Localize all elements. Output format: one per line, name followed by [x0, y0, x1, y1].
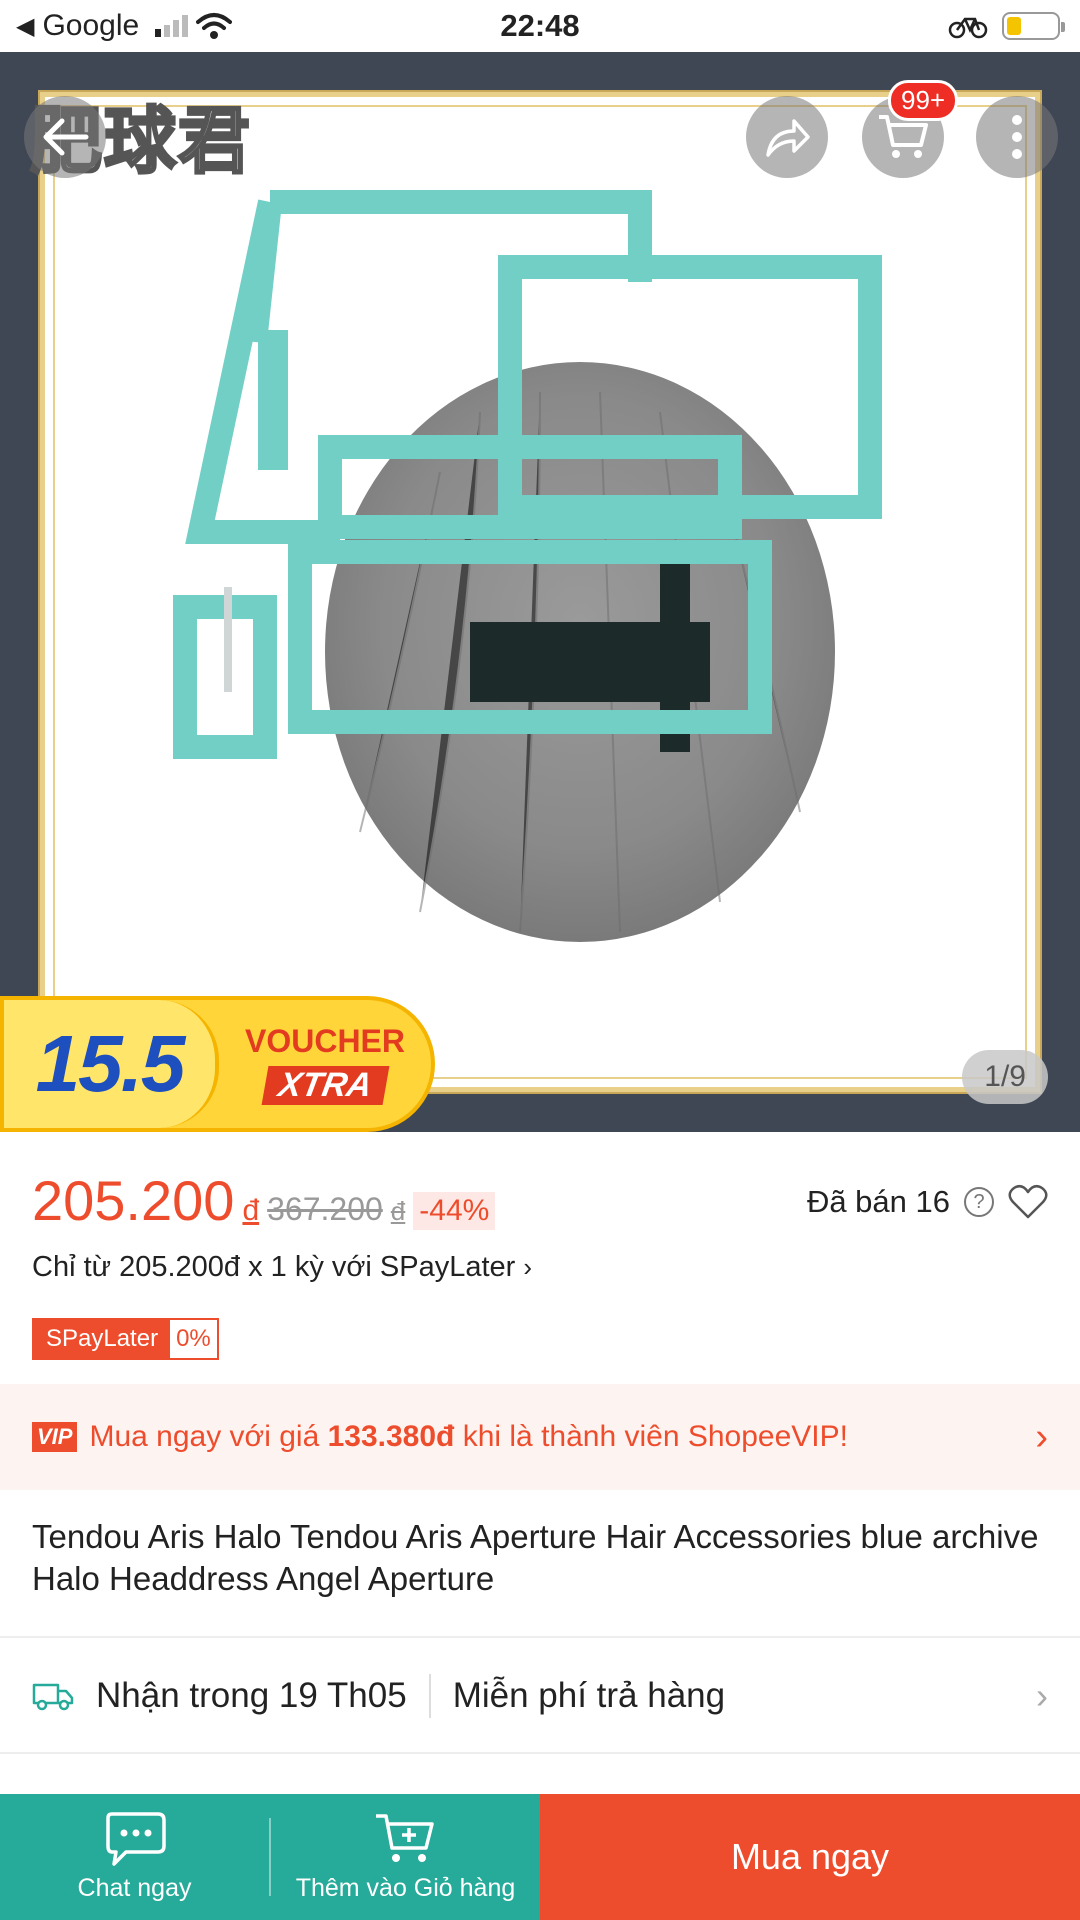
- buy-now-label: Mua ngay: [730, 1836, 890, 1877]
- chat-icon: [105, 1811, 166, 1866]
- divider: [0, 1752, 1080, 1754]
- vip-text-after: khi là thành viên ShopeeVIP!: [454, 1420, 848, 1453]
- original-price-currency: đ: [390, 1196, 406, 1226]
- battery-icon: [1002, 12, 1065, 40]
- voucher-xtra-banner: 15.5 VOUCHER XTRA: [0, 996, 435, 1132]
- installment-link[interactable]: Chỉ từ 205.200đ x 1 kỳ với SPayLater ›: [32, 1251, 1048, 1284]
- installment-text: Chỉ từ 205.200đ x 1 kỳ với SPayLater: [32, 1251, 516, 1283]
- product-image-carousel[interactable]: 肥球君 99+ 1/9: [0, 52, 1080, 1132]
- bicycle-icon: [948, 17, 988, 39]
- back-app-label: Google: [42, 9, 140, 42]
- cart-count-badge: 99+: [888, 80, 959, 121]
- voucher-date: 15.5: [4, 1000, 219, 1128]
- voucher-label: VOUCHER: [244, 1023, 405, 1059]
- back-to-app[interactable]: ◀ Google: [16, 9, 233, 43]
- back-triangle-icon: ◀: [16, 12, 35, 40]
- chat-now-button[interactable]: Chat ngay: [0, 1794, 269, 1920]
- cart-add-icon: [375, 1813, 434, 1862]
- add-to-cart-label: Thêm vào Giỏ hàng: [295, 1873, 516, 1902]
- wifi-icon: [196, 13, 233, 39]
- back-button[interactable]: [24, 96, 106, 178]
- current-price: 205.200: [32, 1169, 235, 1232]
- original-price: 367.200: [267, 1191, 383, 1227]
- product-photo: [173, 190, 882, 942]
- shopee-vip-banner[interactable]: VIP Mua ngay với giá 133.380đ khi là thà…: [0, 1384, 1080, 1490]
- bottom-action-bar: Chat ngay Thêm vào Giỏ hàng Mua ngay: [0, 1794, 1080, 1920]
- price-currency: đ: [242, 1194, 260, 1227]
- share-button[interactable]: [746, 96, 828, 178]
- vip-text-before: Mua ngay với giá: [89, 1420, 328, 1453]
- buy-now-button[interactable]: Mua ngay: [540, 1794, 1080, 1920]
- vip-price: 133.380đ: [327, 1420, 455, 1453]
- chevron-right-icon: ›: [523, 1252, 533, 1282]
- heart-icon[interactable]: [1008, 1184, 1048, 1220]
- product-title: Tendou Aris Halo Tendou Aris Aperture Ha…: [32, 1518, 1039, 1597]
- chevron-right-icon: ›: [1035, 1415, 1048, 1458]
- more-options-button[interactable]: [976, 96, 1058, 178]
- vip-icon: VIP: [32, 1422, 78, 1452]
- voucher-xtra-label: XTRA: [261, 1066, 389, 1105]
- divider: [0, 1636, 1080, 1638]
- spaylater-rate: 0%: [176, 1325, 211, 1352]
- cellular-signal-icon: [155, 15, 189, 37]
- separator: [428, 1674, 431, 1718]
- chevron-right-icon: ›: [1036, 1675, 1048, 1716]
- spaylater-label: SPayLater: [34, 1320, 171, 1358]
- truck-icon: [32, 1683, 74, 1711]
- chat-now-label: Chat ngay: [77, 1873, 192, 1902]
- price-section: 205.200 đ 367.200 đ -44% Đã bán 16 ? Chỉ…: [0, 1132, 1080, 1382]
- status-bar: ◀ Google 22:48: [0, 0, 1080, 52]
- shipping-row[interactable]: Nhận trong 19 Th05 Miễn phí trả hàng ›: [0, 1640, 1080, 1752]
- help-icon[interactable]: ?: [964, 1187, 994, 1217]
- discount-badge: -44%: [413, 1192, 496, 1230]
- spaylater-badge: SPayLater 0%: [32, 1318, 219, 1360]
- delivery-estimate: Nhận trong 19 Th05: [96, 1676, 407, 1715]
- share-icon: [766, 119, 810, 157]
- more-vertical-icon: [1012, 115, 1022, 159]
- image-counter: 1/9: [962, 1050, 1048, 1104]
- free-returns: Miễn phí trả hàng: [452, 1676, 726, 1715]
- add-to-cart-button[interactable]: Thêm vào Giỏ hàng: [271, 1794, 540, 1920]
- arrow-left-icon: [43, 118, 89, 156]
- sold-count: Đã bán 16: [806, 1184, 950, 1219]
- cart-button[interactable]: 99+: [862, 80, 959, 178]
